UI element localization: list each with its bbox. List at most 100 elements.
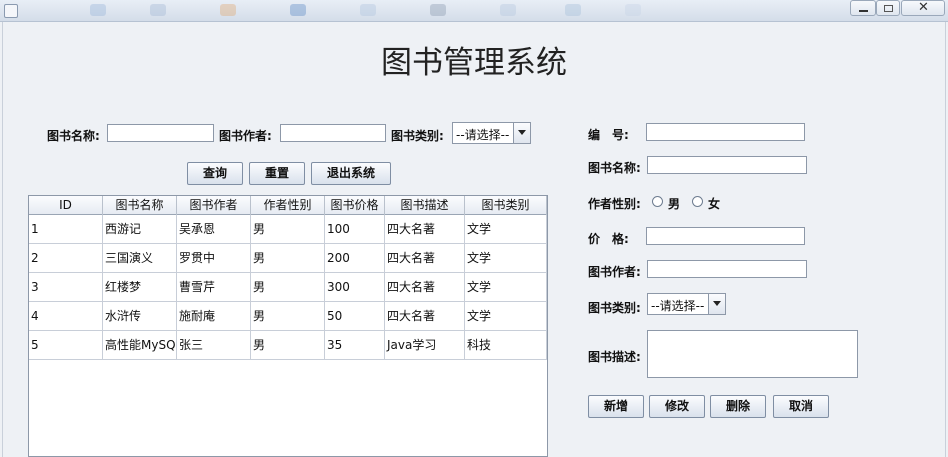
book-desc-textarea[interactable] — [647, 330, 858, 378]
table-cell[interactable]: 300 — [325, 273, 385, 302]
add-button[interactable]: 新增 — [588, 395, 644, 418]
table-cell[interactable]: 男 — [251, 244, 325, 273]
column-header[interactable]: 图书描述 — [385, 196, 465, 215]
book-table: ID 图书名称 图书作者 作者性别 图书价格 图书描述 图书类别 1 西游记 吴承恩男 100 四大… — [28, 195, 548, 457]
table-cell[interactable]: 高性能MySQL — [103, 331, 177, 360]
table-cell[interactable]: 西游记 — [103, 215, 177, 244]
table-cell[interactable]: 200 — [325, 244, 385, 273]
reset-button[interactable]: 重置 — [249, 162, 305, 185]
search-category-label: 图书类别: — [391, 129, 444, 143]
price-label: 价 格: — [588, 232, 629, 246]
table-row[interactable]: 4 水浒传 施耐庵男 50 四大名著 文学 — [29, 302, 547, 331]
sex-male-radio[interactable] — [652, 196, 663, 207]
table-cell[interactable]: 张三 — [177, 331, 251, 360]
minimize-icon — [859, 10, 868, 12]
column-header[interactable]: 图书类别 — [465, 196, 547, 215]
table-cell[interactable]: 文学 — [465, 273, 547, 302]
search-category-select[interactable]: --请选择-- — [452, 122, 531, 144]
table-cell[interactable]: 三国演义 — [103, 244, 177, 273]
table-cell[interactable]: 四大名著 — [385, 244, 465, 273]
table-row[interactable]: 3 红楼梦 曹雪芹男 300 四大名著 文学 — [29, 273, 547, 302]
table-cell[interactable]: 男 — [251, 215, 325, 244]
table-cell[interactable]: 文学 — [465, 302, 547, 331]
id-input[interactable] — [646, 123, 805, 141]
table-cell[interactable]: 科技 — [465, 331, 547, 360]
background-blur-icon — [565, 4, 581, 16]
table-cell[interactable]: 水浒传 — [103, 302, 177, 331]
book-category-select[interactable]: --请选择-- — [647, 293, 726, 315]
table-cell[interactable]: 罗贯中 — [177, 244, 251, 273]
table-cell[interactable]: 1 — [29, 215, 103, 244]
table-cell[interactable]: 四大名著 — [385, 215, 465, 244]
search-name-input[interactable] — [107, 124, 214, 142]
table-cell[interactable]: 35 — [325, 331, 385, 360]
search-author-input[interactable] — [280, 124, 386, 142]
background-blur-icon — [360, 4, 376, 16]
table-cell[interactable]: 3 — [29, 273, 103, 302]
column-header[interactable]: 图书作者 — [177, 196, 251, 215]
book-desc-label: 图书描述: — [588, 350, 641, 364]
id-label: 编 号: — [588, 128, 629, 142]
search-category-value: --请选择-- — [456, 128, 510, 142]
background-blur-icon — [90, 4, 106, 16]
query-button[interactable]: 查询 — [187, 162, 243, 185]
chevron-down-icon[interactable] — [513, 123, 530, 143]
sex-male-label[interactable]: 男 — [668, 195, 680, 212]
table-cell[interactable]: 50 — [325, 302, 385, 331]
author-sex-label: 作者性别: — [588, 197, 641, 211]
table-row[interactable]: 5 高性能MySQL 张三男 35 Java学习 科技 — [29, 331, 547, 360]
column-header[interactable]: ID — [29, 196, 103, 215]
table-cell[interactable]: 5 — [29, 331, 103, 360]
cancel-button[interactable]: 取消 — [773, 395, 829, 418]
table-cell[interactable]: 文学 — [465, 215, 547, 244]
table-cell[interactable]: 100 — [325, 215, 385, 244]
table-cell[interactable]: Java学习 — [385, 331, 465, 360]
maximize-icon — [884, 5, 893, 12]
book-author-label: 图书作者: — [588, 265, 641, 279]
price-input[interactable] — [646, 227, 805, 245]
table-row[interactable]: 1 西游记 吴承恩男 100 四大名著 文学 — [29, 215, 547, 244]
table-cell[interactable]: 曹雪芹 — [177, 273, 251, 302]
column-header[interactable]: 作者性别 — [251, 196, 325, 215]
maximize-button[interactable] — [876, 0, 900, 16]
close-icon: ✕ — [918, 0, 929, 15]
book-author-input[interactable] — [647, 260, 807, 278]
delete-button[interactable]: 删除 — [710, 395, 766, 418]
search-author-label: 图书作者: — [219, 129, 272, 143]
table-cell[interactable]: 男 — [251, 273, 325, 302]
table-cell[interactable]: 施耐庵 — [177, 302, 251, 331]
chevron-down-icon[interactable] — [708, 294, 725, 314]
table-cell[interactable]: 红楼梦 — [103, 273, 177, 302]
background-blur-icon — [150, 4, 166, 16]
background-blur-icon — [430, 4, 446, 16]
table-cell[interactable]: 吴承恩 — [177, 215, 251, 244]
column-header[interactable]: 图书名称 — [103, 196, 177, 215]
book-category-value: --请选择-- — [651, 299, 705, 313]
table-cell[interactable]: 4 — [29, 302, 103, 331]
book-name-input[interactable] — [647, 156, 807, 174]
exit-button[interactable]: 退出系统 — [311, 162, 391, 185]
sex-female-radio[interactable] — [692, 196, 703, 207]
table-row[interactable]: 2 三国演义 罗贯中男 200 四大名著 文学 — [29, 244, 547, 273]
background-blur-icon — [500, 4, 516, 16]
java-app-icon — [4, 4, 18, 18]
table-cell[interactable]: 2 — [29, 244, 103, 273]
search-name-label: 图书名称: — [47, 129, 100, 143]
table-header: ID 图书名称 图书作者 作者性别 图书价格 图书描述 图书类别 — [29, 196, 547, 215]
close-button[interactable]: ✕ — [901, 0, 945, 16]
table-cell[interactable]: 男 — [251, 331, 325, 360]
page-title: 图书管理系统 — [381, 45, 567, 81]
minimize-button[interactable] — [850, 0, 876, 16]
table-cell[interactable]: 文学 — [465, 244, 547, 273]
book-name-label: 图书名称: — [588, 161, 641, 175]
column-header[interactable]: 图书价格 — [325, 196, 385, 215]
background-blur-icon — [625, 4, 641, 16]
window-titlebar: ✕ — [0, 0, 948, 22]
modify-button[interactable]: 修改 — [649, 395, 705, 418]
table-cell[interactable]: 男 — [251, 302, 325, 331]
sex-female-label[interactable]: 女 — [708, 195, 720, 212]
table-cell[interactable]: 四大名著 — [385, 302, 465, 331]
background-blur-icon — [290, 4, 306, 16]
table-cell[interactable]: 四大名著 — [385, 273, 465, 302]
background-blur-icon — [220, 4, 236, 16]
